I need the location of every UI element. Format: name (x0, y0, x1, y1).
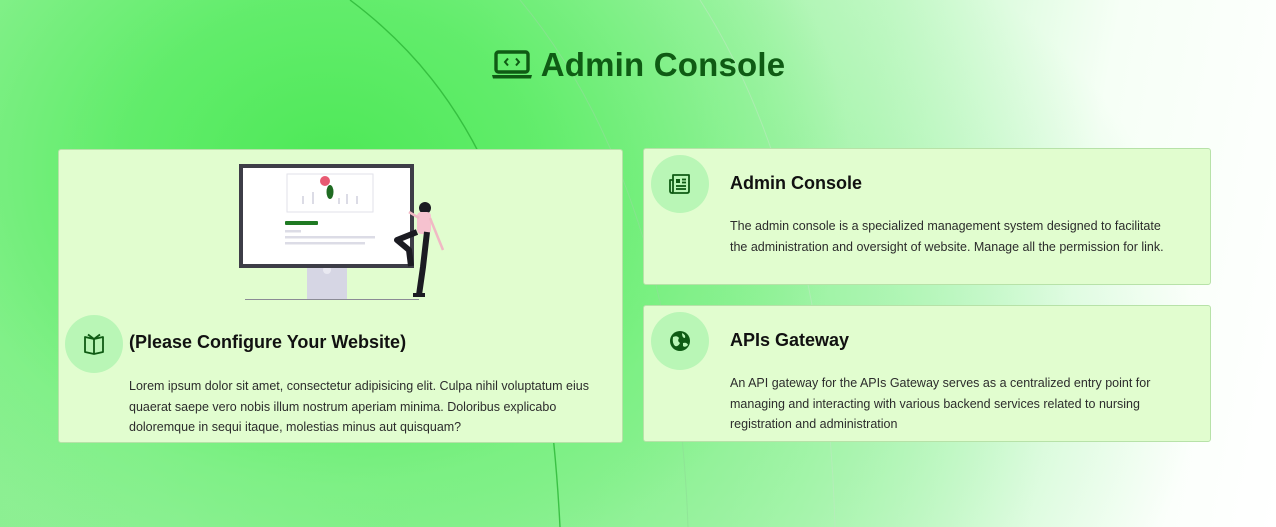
book-open-icon (65, 315, 123, 373)
page-header: Admin Console (0, 46, 1276, 84)
apis-gateway-card-description: An API gateway for the APIs Gateway serv… (730, 376, 1151, 431)
apis-gateway-card-title: APIs Gateway (730, 330, 850, 350)
apis-gateway-card[interactable]: APIs Gateway An API gateway for the APIs… (643, 305, 1211, 442)
admin-console-card[interactable]: Admin Console The admin console is a spe… (643, 148, 1211, 285)
admin-console-card-description: The admin console is a specialized manag… (730, 219, 1164, 254)
newspaper-icon (651, 155, 709, 213)
feature-card-title: (Please Configure Your Website) (129, 332, 407, 352)
person-with-monitor-illustration (237, 162, 447, 302)
admin-console-card-title: Admin Console (730, 173, 863, 193)
globe-network-icon (651, 312, 709, 370)
page-title: Admin Console (540, 46, 786, 83)
laptop-code-icon (491, 49, 533, 81)
feature-card-description: Lorem ipsum dolor sit amet, consectetur … (129, 379, 589, 434)
feature-card[interactable]: (Please Configure Your Website) Lorem ip… (58, 149, 623, 443)
